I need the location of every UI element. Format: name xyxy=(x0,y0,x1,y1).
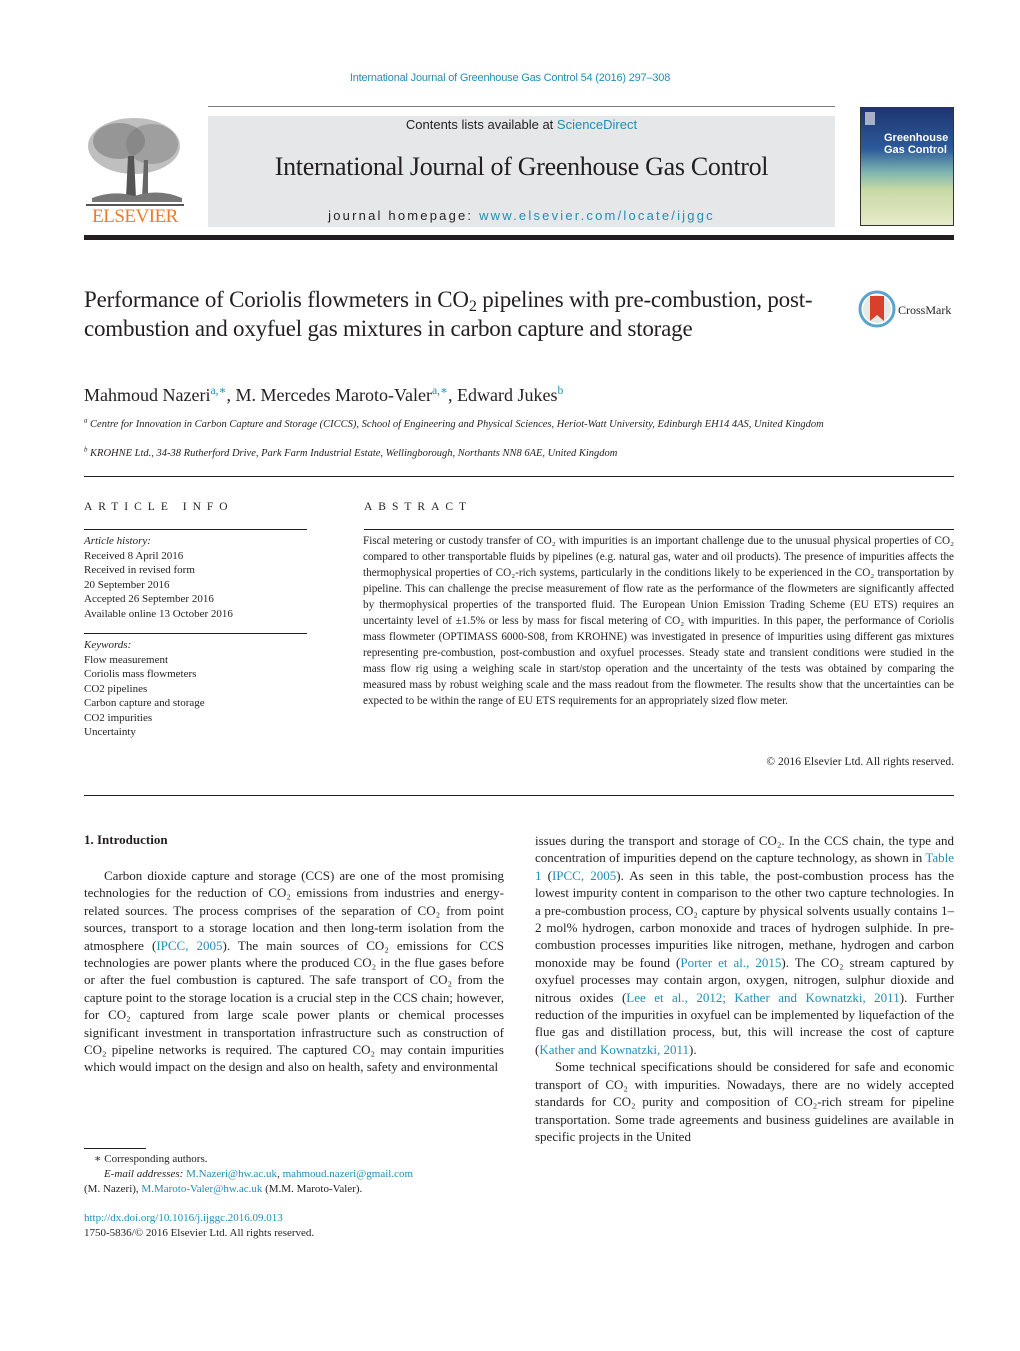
homepage-prefix: journal homepage: xyxy=(328,208,480,223)
paragraph: Some technical specifications should be … xyxy=(535,1059,954,1144)
article-title: Performance of Coriolis flowmeters in CO… xyxy=(84,285,844,343)
keyword-item: Carbon capture and storage xyxy=(84,697,205,709)
paragraph: issues during the transport and storage … xyxy=(535,832,954,1058)
article-history: Article history: Received 8 April 2016 R… xyxy=(84,534,233,621)
citation-link[interactable]: Lee et al., 2012; Kather and Kownatzki, … xyxy=(626,990,899,1005)
affiliation-b: b KROHNE Ltd., 34-38 Rutherford Drive, P… xyxy=(84,446,844,461)
author-name[interactable]: Edward Jukes xyxy=(457,385,557,405)
email-label: E-mail addresses: xyxy=(104,1168,187,1180)
citation-link[interactable]: Porter et al., 2015 xyxy=(680,955,781,970)
body-column-right: issues during the transport and storage … xyxy=(535,832,954,1145)
author-affiliation-mark[interactable]: a,∗ xyxy=(432,384,448,397)
paragraph-text: issues during the transport and storage … xyxy=(535,833,954,866)
elsevier-logo[interactable]: ELSEVIER xyxy=(84,116,186,228)
history-item: 20 September 2016 xyxy=(84,578,170,591)
citation-link[interactable]: IPCC, 2005 xyxy=(156,938,222,953)
abstract-text: Fiscal metering or custody transfer of C… xyxy=(363,535,954,707)
history-item: Received in revised form xyxy=(84,564,195,576)
keyword-item: Coriolis mass flowmeters xyxy=(84,668,197,680)
article-info-heading: ARTICLE INFO xyxy=(84,501,234,513)
email-owner: (M.M. Maroto-Valer). xyxy=(262,1183,363,1195)
journal-cover-thumbnail[interactable]: Greenhouse Gas Control xyxy=(860,107,954,226)
crossmark-icon xyxy=(858,290,896,328)
journal-banner: Contents lists available at ScienceDirec… xyxy=(208,116,835,227)
homepage-line: journal homepage: www.elsevier.com/locat… xyxy=(208,208,835,223)
author-name[interactable]: M. Mercedes Maroto-Valer xyxy=(236,385,432,405)
keyword-item: CO2 pipelines xyxy=(84,682,148,695)
issn-copyright: 1750-5836/© 2016 Elsevier Ltd. All right… xyxy=(84,1227,315,1239)
doi-link[interactable]: http://dx.doi.org/10.1016/j.ijggc.2016.0… xyxy=(84,1212,283,1224)
affiliation-mark: a xyxy=(84,417,88,425)
footnotes: ∗ Corresponding authors. E-mail addresse… xyxy=(84,1152,514,1197)
paragraph: Carbon dioxide capture and storage (CCS)… xyxy=(84,867,504,1076)
citation-link[interactable]: Kather and Kownatzki, 2011 xyxy=(539,1042,689,1057)
section-heading-introduction: 1. Introduction xyxy=(84,832,168,847)
contents-line: Contents lists available at ScienceDirec… xyxy=(208,117,835,132)
paragraph-text: ). The main sources of CO₂ emissions for… xyxy=(84,937,504,1075)
history-item: Accepted 26 September 2016 xyxy=(84,593,214,605)
email-link[interactable]: mahmoud.nazeri@gmail.com xyxy=(283,1168,413,1180)
title-text: Performance of Coriolis flowmeters in CO xyxy=(84,287,469,312)
crossmark-button[interactable]: CrossMark xyxy=(858,290,958,330)
title-subscript: 2 xyxy=(468,298,477,316)
section-rule xyxy=(84,476,954,477)
crossmark-label: CrossMark xyxy=(898,303,952,317)
abstract-rule xyxy=(364,529,954,530)
corresponding-note: ∗ Corresponding authors. xyxy=(94,1153,208,1165)
email-owner: (M. Nazeri), xyxy=(84,1183,142,1195)
affiliation-a: a Centre for Innovation in Carbon Captur… xyxy=(84,417,844,432)
body-column-left: Carbon dioxide capture and storage (CCS)… xyxy=(84,867,504,1076)
elsevier-wordmark: ELSEVIER xyxy=(92,206,178,227)
section-rule xyxy=(84,795,954,796)
keywords-list: Keywords: Flow measurement Coriolis mass… xyxy=(84,638,205,740)
email-line: E-mail addresses: M.Nazeri@hw.ac.uk, mah… xyxy=(104,1168,414,1180)
history-label: Article history: xyxy=(84,535,151,547)
contents-prefix: Contents lists available at xyxy=(405,117,557,132)
author-list: Mahmoud Nazeria,∗, M. Mercedes Maroto-Va… xyxy=(84,384,564,405)
keyword-item: Flow measurement xyxy=(84,653,169,666)
cover-title-line2: Gas Control xyxy=(884,144,947,156)
email-link[interactable]: M.Nazeri@hw.ac.uk xyxy=(186,1168,277,1180)
journal-citation[interactable]: International Journal of Greenhouse Gas … xyxy=(0,72,1020,84)
elsevier-tree-icon xyxy=(86,118,184,206)
cover-emblem-icon xyxy=(865,112,875,125)
email-line: (M. Nazeri), M.Maroto-Valer@hw.ac.uk (M.… xyxy=(84,1182,514,1197)
article-info-rule xyxy=(84,529,307,530)
abstract-heading: ABSTRACT xyxy=(364,501,473,513)
header-thick-rule xyxy=(84,235,954,240)
journal-name: International Journal of Greenhouse Gas … xyxy=(274,152,769,181)
keywords-rule xyxy=(84,633,307,634)
abstract-copyright: © 2016 Elsevier Ltd. All rights reserved… xyxy=(766,756,954,768)
paragraph-text: ( xyxy=(541,867,552,883)
keyword-item: Uncertainty xyxy=(84,726,136,738)
history-item: Received 8 April 2016 xyxy=(84,549,184,562)
header-rule xyxy=(208,106,835,107)
paragraph-text: ). xyxy=(689,1041,697,1057)
history-item: Available online 13 October 2016 xyxy=(84,607,233,620)
affiliation-text: Centre for Innovation in Carbon Capture … xyxy=(90,419,824,430)
sciencedirect-link[interactable]: ScienceDirect xyxy=(557,117,637,132)
citation-link[interactable]: IPCC, 2005 xyxy=(552,868,616,883)
author-name[interactable]: Mahmoud Nazeri xyxy=(84,385,210,405)
doi-block: http://dx.doi.org/10.1016/j.ijggc.2016.0… xyxy=(84,1211,314,1241)
affiliation-mark: b xyxy=(84,446,88,454)
keyword-item: CO2 impurities xyxy=(84,711,153,724)
cover-title: Greenhouse Gas Control xyxy=(884,132,948,156)
journal-homepage-link[interactable]: www.elsevier.com/locate/ijggc xyxy=(479,208,715,223)
cover-title-line1: Greenhouse xyxy=(884,132,949,144)
affiliation-text: KROHNE Ltd., 34-38 Rutherford Drive, Par… xyxy=(90,448,618,459)
email-link[interactable]: M.Maroto-Valer@hw.ac.uk xyxy=(141,1183,262,1195)
footnote-rule xyxy=(84,1148,146,1149)
keywords-label: Keywords: xyxy=(84,639,132,651)
author-affiliation-mark[interactable]: b xyxy=(558,384,564,397)
author-affiliation-mark[interactable]: a,∗ xyxy=(210,384,226,397)
